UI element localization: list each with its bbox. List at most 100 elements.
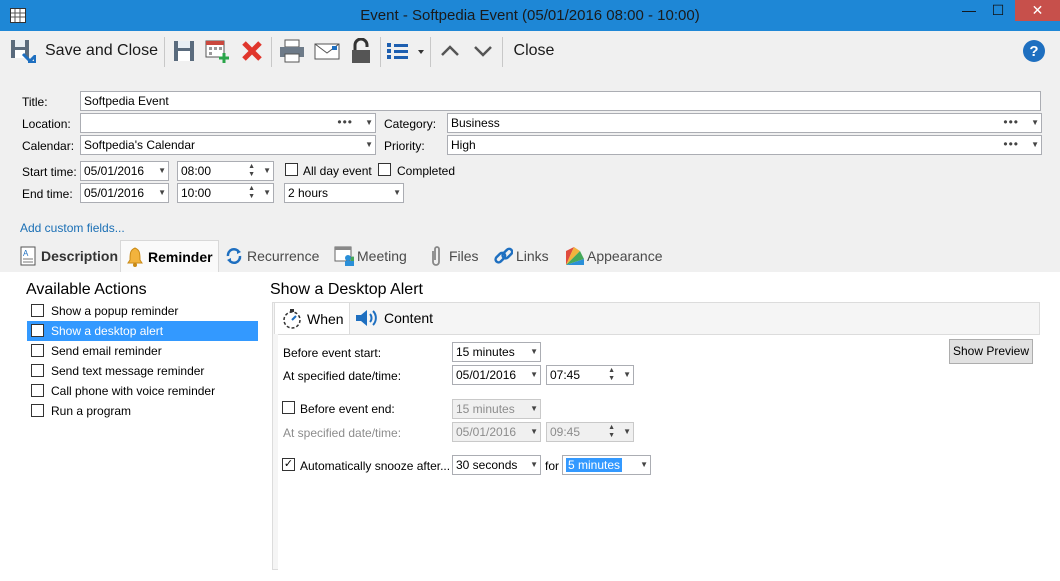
dropdown-arrow-icon[interactable]: ▼ [393,184,401,202]
more-icon[interactable]: ••• [1003,114,1019,131]
snooze-label: Automatically snooze after... [300,459,451,473]
dropdown-arrow-icon[interactable]: ▼ [365,114,373,132]
next-button[interactable] [469,35,497,67]
specified-time-2-picker[interactable]: 09:45 ▲ ▼ ▼ [546,422,634,442]
snooze-duration-combo[interactable]: 5 minutes ▼ [562,455,651,475]
chevron-down-icon [474,46,492,57]
dropdown-arrow-icon[interactable]: ▼ [530,456,538,474]
duration-select[interactable]: 2 hours ▼ [284,183,404,203]
calendar-value: Softpedia's Calendar [84,138,196,152]
dropdown-arrow-icon[interactable]: ▼ [530,366,538,384]
tab-description[interactable]: A Description [16,240,120,272]
add-custom-fields-link[interactable]: Add custom fields... [20,221,125,235]
tab-recurrence-label: Recurrence [247,248,320,264]
tab-files[interactable]: Files [426,240,484,272]
title-input[interactable]: Softpedia Event [80,91,1041,111]
all-day-checkbox[interactable] [285,163,298,176]
snooze-checkbox[interactable]: ✓ [282,458,295,471]
svg-text:?: ? [1029,43,1038,60]
show-preview-button[interactable]: Show Preview [949,339,1033,364]
end-time-picker[interactable]: 10:00 ▲ ▼ ▼ [177,183,274,203]
priority-combo[interactable]: High ••• ▼ [447,135,1042,155]
list-view-button[interactable] [385,35,427,67]
spinner-icon[interactable]: ▲ ▼ [248,163,255,179]
location-combo[interactable]: ••• ▼ [80,113,376,133]
specified-date-2-picker[interactable]: 05/01/2016 ▼ [452,422,541,442]
before-end-checkbox[interactable] [282,401,295,414]
action-text-message[interactable]: Send text message reminder [27,361,258,381]
new-event-button[interactable] [203,35,233,67]
start-time-picker[interactable]: 08:00 ▲ ▼ ▼ [177,161,274,181]
action-checkbox[interactable] [31,364,44,377]
end-time-value: 10:00 [181,186,212,200]
before-start-select[interactable]: 15 minutes ▼ [452,342,541,362]
dropdown-arrow-icon[interactable]: ▼ [1031,136,1039,154]
tab-reminder[interactable]: Reminder [120,240,219,272]
snooze-interval-select[interactable]: 30 seconds ▼ [452,455,541,475]
action-checkbox[interactable] [31,404,44,417]
specified-date-2-value: 05/01/2016 [456,425,517,439]
before-end-select[interactable]: 15 minutes ▼ [452,399,541,419]
calendar-add-icon [205,40,229,63]
completed-checkbox[interactable] [378,163,391,176]
category-combo[interactable]: Business ••• ▼ [447,113,1042,133]
print-button[interactable] [277,35,307,67]
dropdown-arrow-icon[interactable]: ▼ [1031,114,1039,132]
calendar-select[interactable]: Softpedia's Calendar ▼ [80,135,376,155]
spinner-icon[interactable]: ▲ ▼ [608,367,615,383]
priority-value: High [451,138,476,152]
action-desktop-alert[interactable]: ✓ Show a desktop alert [27,321,258,341]
close-window-button[interactable]: ✕ [1015,0,1060,21]
minimize-button[interactable]: — [955,0,983,21]
tab-recurrence[interactable]: Recurrence [224,240,324,272]
email-button[interactable] [312,35,342,67]
dropdown-arrow-icon[interactable]: ▼ [530,400,538,418]
dropdown-arrow-icon[interactable]: ▼ [263,162,271,180]
help-button[interactable]: ? [1020,35,1048,67]
specified-date-picker[interactable]: 05/01/2016 ▼ [452,365,541,385]
tab-links[interactable]: Links [493,240,553,272]
dropdown-arrow-icon[interactable]: ▼ [623,423,631,441]
action-checkbox[interactable]: ✓ [31,324,44,337]
spinner-icon[interactable]: ▲ ▼ [608,424,615,440]
end-date-picker[interactable]: 05/01/2016 ▼ [80,183,169,203]
spinner-icon[interactable]: ▲ ▼ [248,185,255,201]
dropdown-arrow-icon[interactable]: ▼ [158,184,166,202]
tab-meeting[interactable]: Meeting [334,240,414,272]
delete-button[interactable] [238,35,266,67]
action-email-reminder[interactable]: Send email reminder [27,341,258,361]
specified-date-value: 05/01/2016 [456,368,517,382]
subtab-when[interactable]: When [274,302,350,334]
tab-appearance[interactable]: Appearance [564,240,668,272]
more-icon[interactable]: ••• [1003,136,1019,153]
action-run-program[interactable]: Run a program [27,401,258,421]
save-button[interactable] [170,35,198,67]
action-phone-voice[interactable]: Call phone with voice reminder [27,381,258,401]
dropdown-arrow-icon[interactable]: ▼ [530,423,538,441]
start-date-picker[interactable]: 05/01/2016 ▼ [80,161,169,181]
more-icon[interactable]: ••• [337,114,353,131]
previous-button[interactable] [436,35,464,67]
close-button[interactable]: Close [508,35,560,67]
end-date-value: 05/01/2016 [84,186,145,200]
dropdown-arrow-icon[interactable]: ▼ [530,343,538,361]
dropdown-arrow-icon[interactable]: ▼ [365,136,373,154]
dropdown-arrow-icon[interactable]: ▼ [640,456,648,474]
action-checkbox[interactable] [31,384,44,397]
action-popup-reminder[interactable]: Show a popup reminder [27,301,258,321]
dropdown-arrow-icon[interactable]: ▼ [263,184,271,202]
maximize-button[interactable]: ☐ [984,0,1012,21]
lock-button[interactable] [347,35,375,67]
specified-time-picker[interactable]: 07:45 ▲ ▼ ▼ [546,365,634,385]
action-checkbox[interactable] [31,344,44,357]
start-time-value: 08:00 [181,164,212,178]
dropdown-arrow-icon[interactable]: ▼ [158,162,166,180]
duration-value: 2 hours [288,186,329,200]
chevron-up-icon [441,45,459,56]
save-and-close-button[interactable]: Save and Close [8,35,158,67]
subtab-content[interactable]: Content [354,302,444,334]
save-and-close-label: Save and Close [45,42,158,59]
tab-links-label: Links [516,248,549,264]
dropdown-arrow-icon[interactable]: ▼ [623,366,631,384]
action-checkbox[interactable] [31,304,44,317]
